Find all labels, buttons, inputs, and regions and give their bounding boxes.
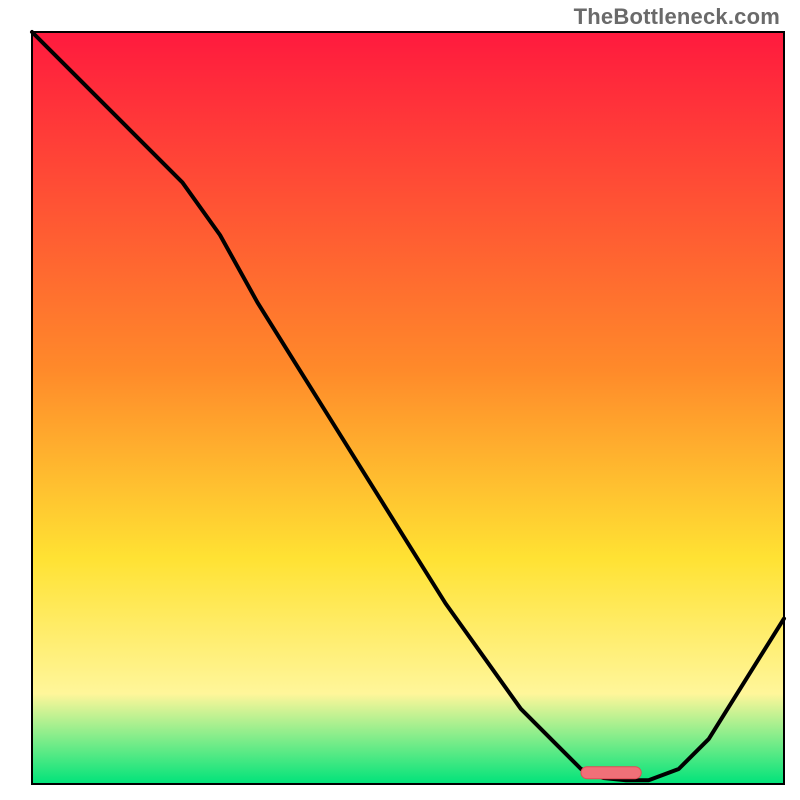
chart-root: { "watermark": "TheBottleneck.com", "cha… [0, 0, 800, 800]
optimal-marker [581, 767, 641, 779]
watermark-text: TheBottleneck.com [574, 4, 780, 30]
chart-svg [0, 0, 800, 800]
